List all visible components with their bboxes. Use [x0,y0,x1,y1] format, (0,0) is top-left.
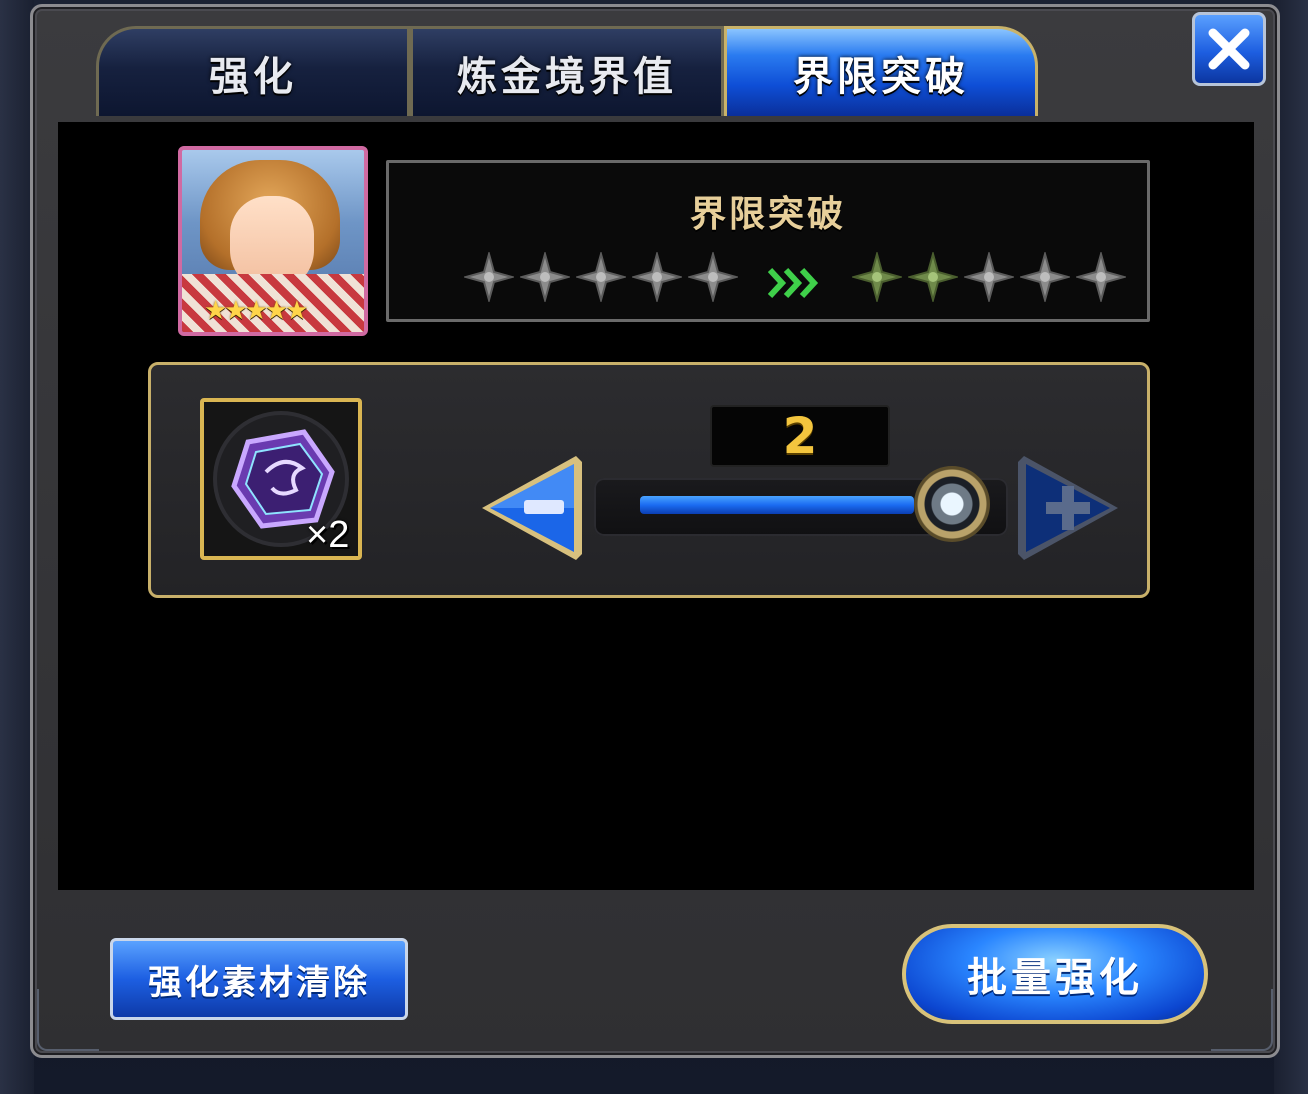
increase-button[interactable] [1012,452,1122,564]
background-left-strip [0,0,34,1094]
clear-materials-button[interactable]: 强化素材清除 [110,938,408,1020]
corner-ornament [37,989,99,1051]
current-limit-marks [464,252,738,302]
limit-mark-highlight-icon [852,252,902,302]
tab-bar: 强化 炼金境界值 界限突破 [96,26,1038,118]
quantity-value: 2 [710,405,890,467]
minus-icon [524,500,564,514]
limit-break-title: 界限突破 [689,194,846,235]
character-portrait[interactable]: ★★★★★ [178,146,368,336]
slider-fill [640,496,914,514]
limit-mark-icon [964,252,1014,302]
corner-ornament [1211,989,1273,1051]
limit-mark-icon [520,252,570,302]
limit-mark-icon [688,252,738,302]
close-icon [1208,28,1250,70]
next-limit-marks [852,252,1126,302]
tab-limit-break[interactable]: 界限突破 [724,26,1038,116]
limit-mark-icon [632,252,682,302]
limit-mark-icon [576,252,626,302]
progress-arrow-icon [768,267,819,299]
limit-mark-icon [1020,252,1070,302]
tab-alchemy-realm[interactable]: 炼金境界值 [410,26,724,116]
decrease-button[interactable] [478,452,588,564]
limit-mark-highlight-icon [908,252,958,302]
material-count: ×2 [306,514,350,556]
close-button[interactable] [1192,12,1266,86]
batch-enhance-button[interactable]: 批量强化 [902,924,1208,1024]
tab-enhance[interactable]: 强化 [96,26,410,116]
rarity-stars-icon: ★★★★★ [204,296,309,326]
slider-knob[interactable] [914,466,990,542]
limit-mark-icon [464,252,514,302]
limit-mark-icon [1076,252,1126,302]
